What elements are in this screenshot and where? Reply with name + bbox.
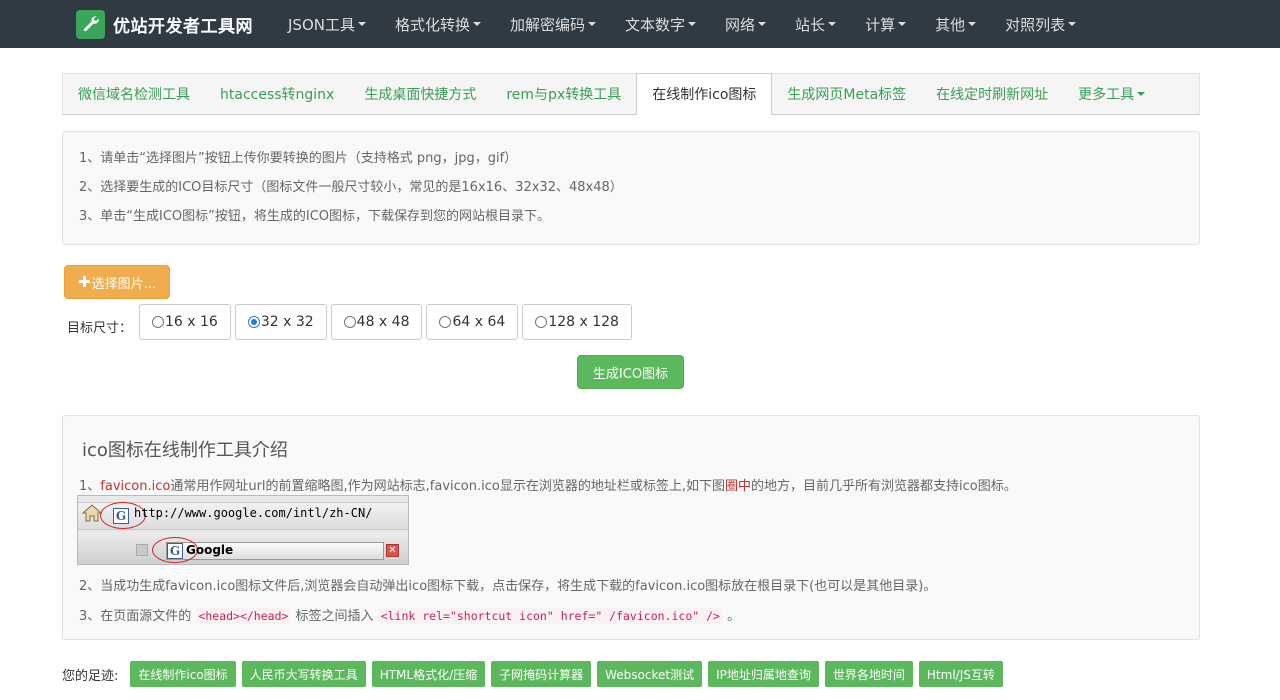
target-size-label: 目标尺寸： <box>67 321 133 336</box>
caret-down-icon <box>758 22 767 26</box>
footprint-tag[interactable]: 子网掩码计算器 <box>491 661 592 687</box>
size-option-64[interactable]: 64 x 64 <box>426 304 519 340</box>
size-option-48[interactable]: 48 x 48 <box>330 304 423 340</box>
small-close-icon <box>136 544 148 556</box>
nav-item-text[interactable]: 文本数字 <box>610 0 710 48</box>
choose-image-button[interactable]: ✚ 选择图片... <box>64 265 170 299</box>
tab-desktop-shortcut[interactable]: 生成桌面快捷方式 <box>349 74 491 114</box>
size-option-16[interactable]: 16 x 16 <box>139 304 231 340</box>
footprint-tag[interactable]: 世界各地时间 <box>824 661 913 687</box>
nav-item-webmaster[interactable]: 站长 <box>780 0 850 48</box>
tab-auto-refresh[interactable]: 在线定时刷新网址 <box>921 74 1063 114</box>
brand-name: 优站开发者工具网 <box>113 16 253 37</box>
intro-paragraph-2: 2、当成功生成favicon.ico图标文件后,浏览器会自动弹出ico图标下载，… <box>79 579 937 594</box>
radio-icon <box>439 316 452 328</box>
tool-tabs: 微信域名检测工具 htaccess转nginx 生成桌面快捷方式 rem与px转… <box>62 73 1200 115</box>
footprint-bar: 您的足迹: 在线制作ico图标 人民币大写转换工具 HTML格式化/压缩 子网掩… <box>62 661 1009 687</box>
wrench-icon <box>76 9 105 39</box>
demo-url: http://www.google.com/intl/zh-CN/ <box>134 506 373 520</box>
caret-down-icon <box>968 22 977 26</box>
instruction-line: 1、请单击“选择图片”按钮上传你要转换的图片（支持格式 png，jpg，gif） <box>79 151 518 166</box>
size-option-32[interactable]: 32 x 32 <box>234 304 327 340</box>
nav-item-calc[interactable]: 计算 <box>850 0 920 48</box>
nav-item-encode[interactable]: 加解密编码 <box>495 0 610 48</box>
footprint-tag[interactable]: 在线制作ico图标 <box>130 661 236 687</box>
caret-down-icon <box>898 22 907 26</box>
nav-item-network[interactable]: 网络 <box>710 0 780 48</box>
size-option-128[interactable]: 128 x 128 <box>522 304 632 340</box>
tab-rem-px[interactable]: rem与px转换工具 <box>491 74 636 114</box>
footprint-tag[interactable]: Html/JS互转 <box>918 661 1003 687</box>
code-head-tag: <head></head> <box>195 608 292 624</box>
caret-down-icon <box>1137 92 1146 96</box>
caret-down-icon <box>357 22 366 26</box>
tab-ico-maker[interactable]: 在线制作ico图标 <box>636 73 773 115</box>
radio-icon <box>535 316 548 328</box>
generate-ico-button[interactable]: 生成ICO图标 <box>577 355 684 389</box>
footprint-tag[interactable]: Websocket测试 <box>597 661 703 687</box>
intro-title: ico图标在线制作工具介绍 <box>82 440 288 461</box>
brand[interactable]: 优站开发者工具网 <box>76 0 253 48</box>
tab-wechat-domain-check[interactable]: 微信域名检测工具 <box>63 74 205 114</box>
nav-item-other[interactable]: 其他 <box>920 0 990 48</box>
nav-menu: JSON工具 格式化转换 加解密编码 文本数字 网络 站长 计算 其他 对照列表 <box>273 0 1090 48</box>
caret-down-icon <box>688 22 697 26</box>
size-options: 16 x 16 32 x 32 48 x 48 64 x 64 128 x 12… <box>139 304 636 340</box>
footprint-tag[interactable]: IP地址归属地查询 <box>708 661 819 687</box>
favicon-demo-image: G http://www.google.com/intl/zh-CN/ G Go… <box>77 495 409 565</box>
intro-panel: ico图标在线制作工具介绍 1、favicon.ico通常用作网址url的前置缩… <box>62 415 1200 640</box>
nav-item-json[interactable]: JSON工具 <box>273 0 380 48</box>
radio-checked-icon <box>247 316 260 328</box>
radio-icon <box>343 316 356 328</box>
tab-htaccess-nginx[interactable]: htaccess转nginx <box>205 74 349 114</box>
footprint-tag[interactable]: 人民币大写转换工具 <box>241 661 366 687</box>
caret-down-icon <box>588 22 597 26</box>
close-icon: ✕ <box>386 544 399 557</box>
demo-tab-title: Google <box>186 543 234 557</box>
top-navbar: 优站开发者工具网 JSON工具 格式化转换 加解密编码 文本数字 网络 站长 计… <box>0 0 1280 48</box>
instruction-line: 3、单击“生成ICO图标”按钮，将生成的ICO图标，下载保存到您的网站根目录下。 <box>79 209 551 224</box>
tab-meta-tags[interactable]: 生成网页Meta标签 <box>772 74 921 114</box>
instruction-line: 2、选择要生成的ICO目标尺寸（图标文件一般尺寸较小，常见的是16x16、32x… <box>79 180 623 195</box>
nav-item-format[interactable]: 格式化转换 <box>380 0 495 48</box>
intro-paragraph-3: 3、在页面源文件的 <head></head> 标签之间插入 <link rel… <box>79 608 741 624</box>
tab-more-tools[interactable]: 更多工具 <box>1063 74 1160 114</box>
instructions-box: 1、请单击“选择图片”按钮上传你要转换的图片（支持格式 png，jpg，gif）… <box>62 131 1200 245</box>
footprint-tag[interactable]: HTML格式化/压缩 <box>371 661 486 687</box>
footprint-label: 您的足迹: <box>62 668 119 684</box>
radio-icon <box>152 316 164 328</box>
caret-down-icon <box>828 22 837 26</box>
caret-down-icon <box>473 22 481 26</box>
caret-down-icon <box>1068 22 1077 26</box>
nav-item-reference[interactable]: 对照列表 <box>990 0 1090 48</box>
code-link-tag: <link rel="shortcut icon" href=" /favico… <box>377 608 723 624</box>
intro-paragraph-1: 1、favicon.ico通常用作网址url的前置缩略图,作为网站标志,favi… <box>79 479 1017 494</box>
plus-icon: ✚ <box>78 273 91 291</box>
demo-tab-bar <box>78 538 408 564</box>
